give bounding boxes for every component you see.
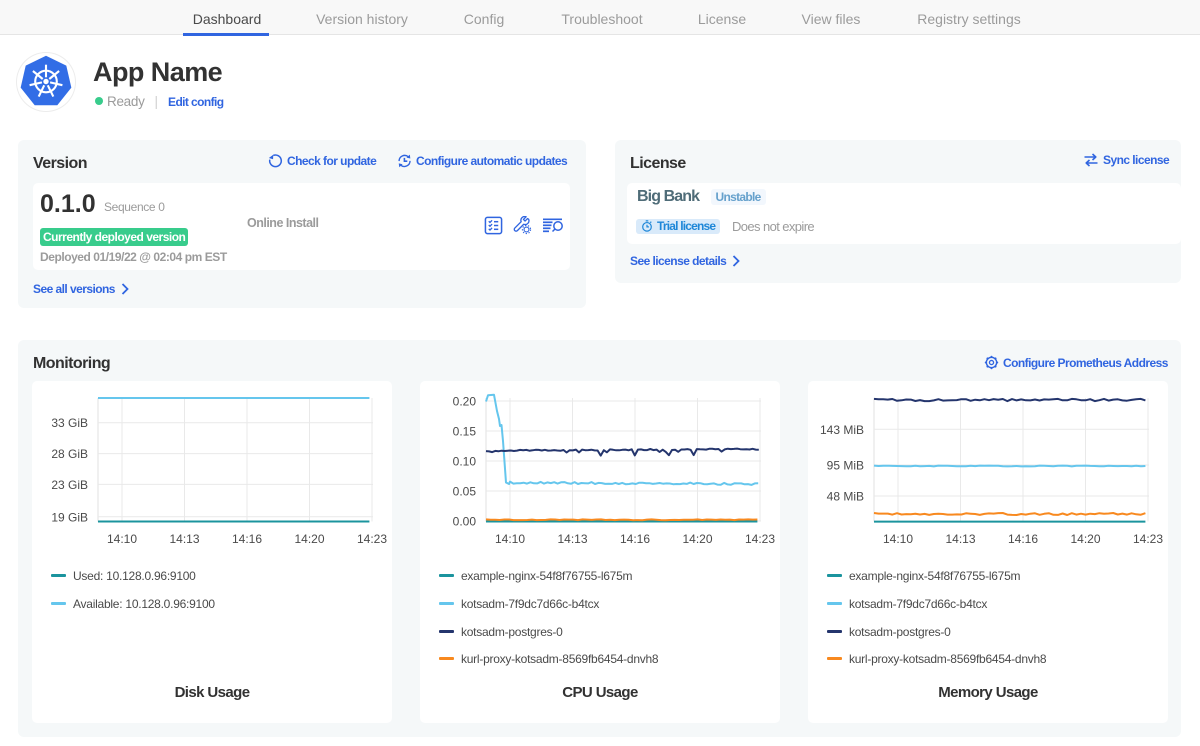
svg-text:14:10: 14:10 xyxy=(495,532,525,546)
svg-text:0.05: 0.05 xyxy=(453,485,477,499)
svg-text:95 MiB: 95 MiB xyxy=(827,459,864,473)
svg-text:14:23: 14:23 xyxy=(745,532,775,546)
svg-text:28 GiB: 28 GiB xyxy=(51,447,88,461)
svg-text:14:13: 14:13 xyxy=(169,532,199,546)
svg-text:23 GiB: 23 GiB xyxy=(51,478,88,492)
svg-text:33 GiB: 33 GiB xyxy=(51,416,88,430)
svg-text:14:16: 14:16 xyxy=(1008,532,1038,546)
svg-text:19 GiB: 19 GiB xyxy=(51,510,88,524)
svg-text:14:10: 14:10 xyxy=(883,532,913,546)
svg-text:14:23: 14:23 xyxy=(1133,532,1163,546)
svg-text:14:20: 14:20 xyxy=(1070,532,1100,546)
svg-text:14:20: 14:20 xyxy=(294,532,324,546)
svg-text:14:20: 14:20 xyxy=(682,532,712,546)
svg-text:0.10: 0.10 xyxy=(453,455,477,469)
svg-text:0.20: 0.20 xyxy=(453,395,477,409)
svg-text:48 MiB: 48 MiB xyxy=(827,490,864,504)
svg-text:14:13: 14:13 xyxy=(945,532,975,546)
svg-text:14:13: 14:13 xyxy=(557,532,587,546)
svg-text:14:16: 14:16 xyxy=(232,532,262,546)
svg-text:0.15: 0.15 xyxy=(453,425,477,439)
svg-text:14:10: 14:10 xyxy=(107,532,137,546)
svg-text:143 MiB: 143 MiB xyxy=(820,423,864,437)
svg-text:14:23: 14:23 xyxy=(357,532,387,546)
svg-text:14:16: 14:16 xyxy=(620,532,650,546)
svg-text:0.00: 0.00 xyxy=(453,515,477,529)
